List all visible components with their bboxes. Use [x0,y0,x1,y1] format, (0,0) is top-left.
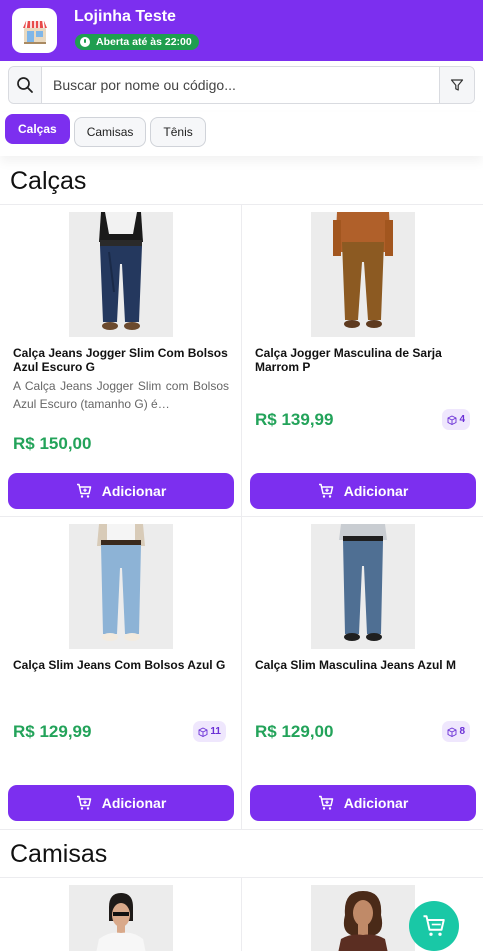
cart-add-icon [318,483,333,498]
product-card[interactable]: Calça Slim Masculina Jeans Azul M R$ 129… [242,517,483,829]
product-price: R$ 150,00 [13,434,92,453]
white-shirt-photo [69,885,173,951]
divider [0,829,483,830]
product-price: R$ 139,99 [255,410,334,429]
app-header: Lojinha Teste Aberta até às 22:00 [0,0,483,61]
storefront-icon [22,20,47,44]
product-card[interactable] [0,878,241,951]
add-to-cart-button[interactable]: Adicionar [8,785,234,821]
product-name[interactable]: Calça Jeans Jogger Slim Com Bolsos Azul … [13,346,233,374]
product-price: R$ 129,00 [255,722,334,741]
blue-slim-jeans-photo [311,524,415,649]
search-button[interactable] [9,67,42,103]
section-title-calcas: Calças [10,167,87,195]
brown-jogger-photo [311,212,415,337]
store-logo[interactable] [12,8,57,53]
brown-shirt-photo [311,885,415,951]
stock-badge: 8 [442,721,470,742]
product-image[interactable] [311,885,415,951]
product-image[interactable] [311,524,415,649]
clock-icon [80,37,90,47]
cart-add-icon [318,795,333,810]
product-image[interactable] [69,885,173,951]
product-card[interactable]: Calça Jeans Jogger Slim Com Bolsos Azul … [0,205,241,516]
product-card[interactable]: Calça Jogger Masculina de Sarja Marrom P… [242,205,483,516]
box-icon [447,726,457,737]
product-image[interactable] [311,212,415,337]
add-button-label: Adicionar [101,483,167,499]
stock-badge: 4 [442,409,470,430]
add-to-cart-button[interactable]: Adicionar [8,473,234,509]
search-bar [8,66,475,104]
cart-add-icon [76,483,91,498]
product-name[interactable]: Calça Jogger Masculina de Sarja Marrom P [255,346,475,374]
product-name[interactable]: Calça Slim Masculina Jeans Azul M [255,658,475,672]
cart-icon [423,915,445,936]
add-button-label: Adicionar [343,795,409,811]
cart-button[interactable] [409,901,459,951]
tab-calcas[interactable]: Calças [5,114,70,144]
dark-jogger-jeans-photo [69,212,173,337]
product-name[interactable]: Calça Slim Jeans Com Bolsos Azul G [13,658,233,672]
search-input[interactable] [42,67,439,103]
light-slim-jeans-photo [69,524,173,649]
store-name: Lojinha Teste [74,8,176,25]
filter-button[interactable] [439,67,474,103]
add-to-cart-button[interactable]: Adicionar [250,785,476,821]
product-description: A Calça Jeans Jogger Slim com Bolsos Azu… [13,379,229,411]
tab-tenis[interactable]: Tênis [150,117,206,147]
stock-count: 8 [459,726,465,737]
cart-add-icon [76,795,91,810]
search-icon [17,77,33,93]
tab-camisas[interactable]: Camisas [73,117,147,147]
product-image[interactable] [69,524,173,649]
add-button-label: Adicionar [101,795,167,811]
stock-badge: 11 [193,721,226,742]
status-text: Aberta até às 22:00 [96,36,192,48]
filter-icon [450,79,464,91]
category-tabs: Calças Camisas Tênis [0,112,483,156]
add-to-cart-button[interactable]: Adicionar [250,473,476,509]
product-image[interactable] [69,212,173,337]
product-price: R$ 129,99 [13,722,92,741]
box-icon [198,726,208,737]
section-title-camisas: Camisas [10,840,108,868]
product-card[interactable]: Calça Slim Jeans Com Bolsos Azul G R$ 12… [0,517,241,829]
stock-count: 11 [210,726,221,737]
add-button-label: Adicionar [343,483,409,499]
box-icon [447,414,457,425]
stock-count: 4 [459,414,465,425]
status-badge: Aberta até às 22:00 [75,34,199,50]
